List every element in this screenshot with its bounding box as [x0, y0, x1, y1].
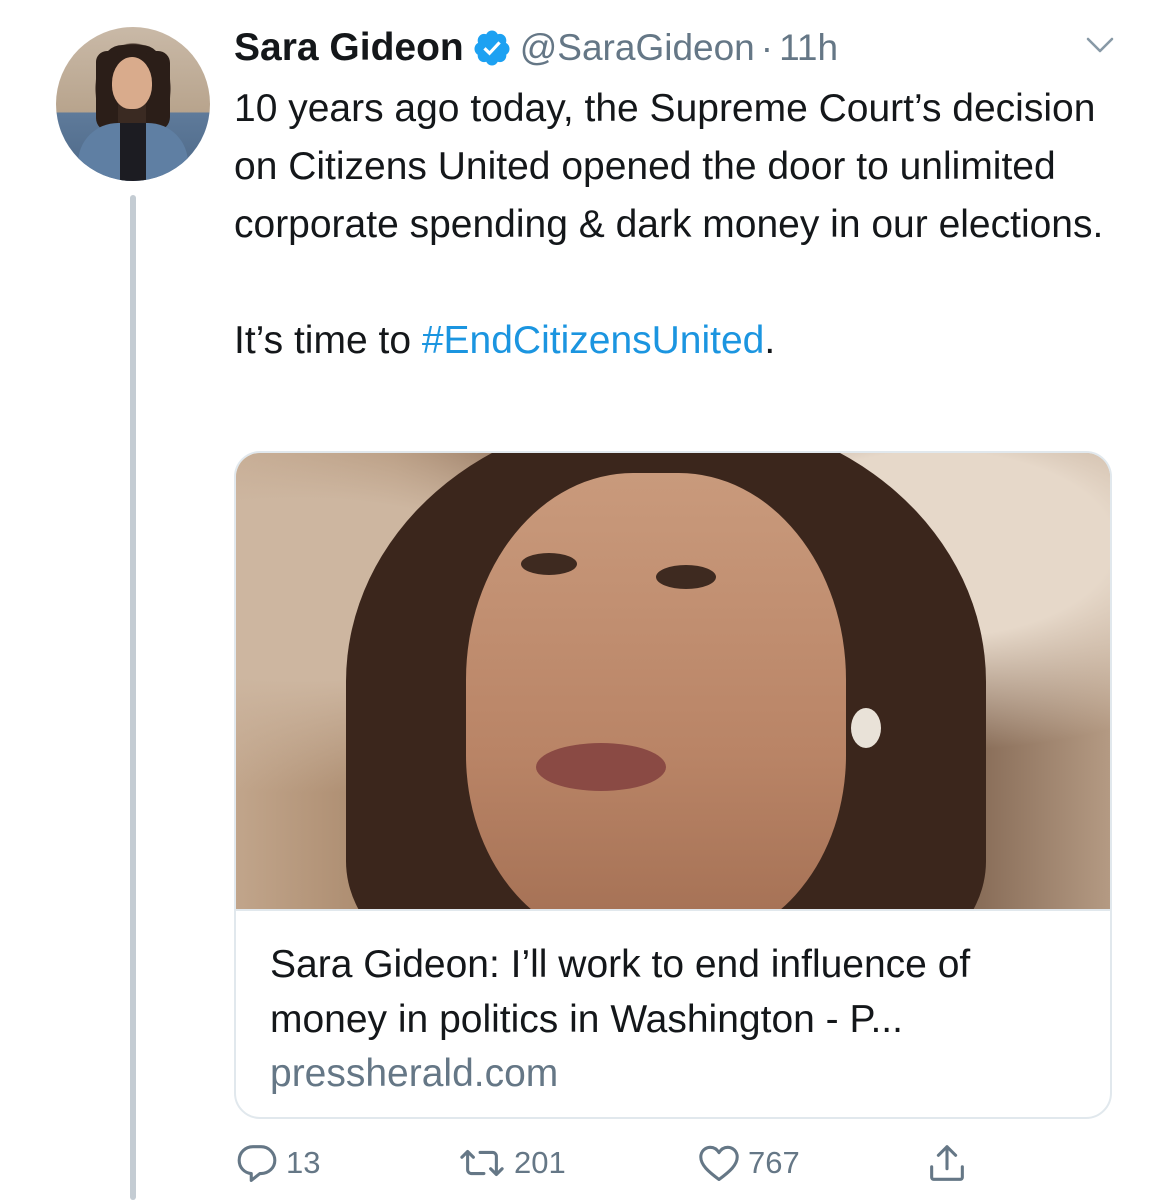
author-name[interactable]: Sara Gideon — [234, 26, 464, 70]
retweet-count: 201 — [514, 1145, 566, 1180]
retweet-button[interactable]: 201 — [456, 1140, 566, 1186]
header-separator: · — [760, 27, 774, 68]
tweet-actions: 13 201 767 — [234, 1140, 1034, 1190]
avatar-face — [112, 57, 152, 109]
retweet-icon — [460, 1149, 504, 1177]
tweet-text-paragraph-1: 10 years ago today, the Supreme Court’s … — [234, 87, 1104, 246]
avatar[interactable] — [56, 27, 210, 181]
author-handle[interactable]: @SaraGideon — [520, 27, 755, 69]
link-card-image[interactable] — [236, 453, 1110, 909]
tweet-text-prefix: It’s time to — [234, 319, 422, 362]
link-card[interactable]: Sara Gideon: I’ll work to end influence … — [234, 451, 1112, 1119]
thread-line — [130, 195, 136, 1200]
card-image-face — [466, 473, 846, 909]
tweet-text-paragraph-2: It’s time to #EndCitizensUnited. — [234, 312, 1134, 370]
card-image-mouth — [536, 743, 666, 791]
card-image-eye-right — [656, 565, 716, 589]
share-icon — [930, 1145, 964, 1181]
reply-count: 13 — [286, 1145, 321, 1180]
hashtag-link[interactable]: #EndCitizensUnited — [422, 319, 765, 362]
tweet-text: 10 years ago today, the Supreme Court’s … — [234, 80, 1134, 370]
chevron-down-icon[interactable] — [1084, 34, 1116, 56]
heart-icon — [699, 1145, 739, 1182]
like-count: 767 — [748, 1145, 800, 1180]
tweet-timestamp[interactable]: 11h — [779, 27, 838, 69]
tweet-header: Sara Gideon @SaraGideon · 11h — [234, 22, 838, 74]
reply-button[interactable]: 13 — [234, 1140, 320, 1186]
link-card-title: Sara Gideon: I’ll work to end influence … — [270, 943, 971, 1041]
tweet-text-suffix: . — [764, 319, 776, 362]
verified-badge-icon — [472, 28, 512, 68]
share-button[interactable] — [924, 1140, 970, 1186]
avatar-shirt — [120, 123, 146, 181]
reply-icon — [237, 1145, 277, 1182]
link-card-domain: pressherald.com — [270, 1052, 559, 1095]
tweet[interactable]: Sara Gideon @SaraGideon · 11h 10 years a… — [0, 0, 1167, 1200]
card-image-earring — [851, 708, 881, 748]
like-button[interactable]: 767 — [696, 1140, 800, 1186]
card-image-eye-left — [521, 553, 577, 575]
link-card-info[interactable]: Sara Gideon: I’ll work to end influence … — [236, 909, 1110, 1117]
